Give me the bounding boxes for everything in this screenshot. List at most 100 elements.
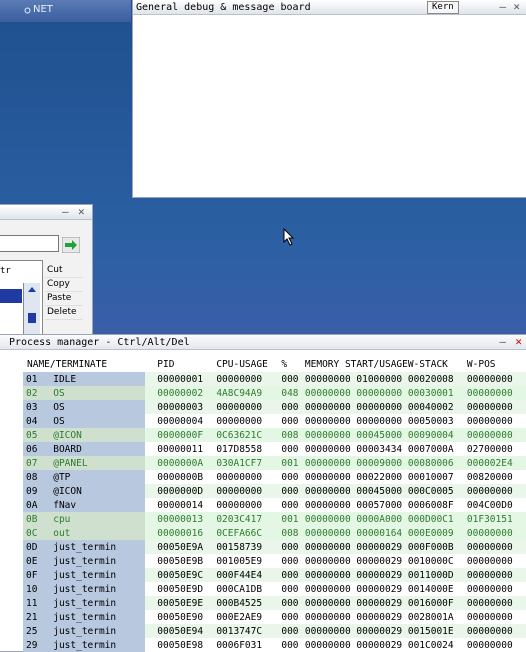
process-name[interactable]: fNav [49,498,146,512]
cell-mem: 00000000 [304,456,357,470]
address-input[interactable] [0,235,59,252]
cell-id: 0D [23,540,50,554]
table-header-row: NAME/TERMINATE PID CPU-USAGE % MEMORY ST… [23,356,526,372]
menu-item-paste[interactable]: Paste [45,292,83,306]
close-button[interactable]: ✕ [515,335,522,348]
process-name[interactable]: @ICON [49,484,146,498]
process-manager-window: Process manager - Ctrl/Alt/Del – ✕ NAME/… [0,335,526,652]
scrollbar[interactable] [23,283,40,335]
cell-pid: 00000016 [145,526,217,540]
process-name[interactable]: just_termin [49,638,146,652]
cell-pid: 00050E9A [145,540,217,554]
cell-pct: 000 [281,414,305,428]
cell-id: 08 [23,470,50,484]
cell-mem: 00000000 [304,442,357,456]
table-row[interactable]: 0F just_termin 00050E9C 000F44E4 000 00000000… [23,568,526,582]
net-widget[interactable]: NET [0,0,131,22]
cell-pct: 000 [281,554,305,568]
process-name[interactable]: just_termin [49,624,146,638]
process-name[interactable]: @ICON [49,428,146,442]
menu-item-copy[interactable]: Copy [45,278,83,292]
minimize-button[interactable]: – [62,205,69,218]
process-name[interactable]: just_termin [49,568,146,582]
table-row[interactable]: 0C out 00000016 0CEFA66C 008 00000000 00000164… [23,526,526,540]
table-row[interactable]: 29 just_termin 00050E98 0006F031 000 00000000… [23,638,526,652]
go-arrow-icon[interactable] [62,237,80,253]
process-name[interactable]: @TP [49,470,146,484]
cell-stack: 00040002 [407,400,467,414]
cell-pos: 00000000 [466,540,526,554]
cell-pid: 0000000B [145,470,217,484]
close-button[interactable]: ✕ [78,205,85,218]
selected-list-item[interactable] [0,289,22,303]
cell-use: 00000164 [356,526,408,540]
close-button[interactable]: ✕ [513,0,520,13]
process-name[interactable]: OS [49,414,146,428]
table-row[interactable]: 02 OS 00000002 4A8C94A9 048 00000000 00000000 0… [23,386,526,400]
column-header: W-STACK [407,358,448,370]
table-row[interactable]: 0D just_termin 00050E9A 00158739 000 00000000… [23,540,526,554]
cell-id: 04 [23,414,50,428]
cell-pos: 00000000 [466,554,526,568]
minimize-button[interactable]: – [499,0,506,13]
column-header: tr [0,266,11,276]
file-list[interactable]: tr [0,260,43,337]
table-row[interactable]: 21 just_termin 00050E90 000E2AE9 000 00000000… [23,610,526,624]
process-name[interactable]: OS [49,400,146,414]
process-name[interactable]: just_termin [49,610,146,624]
process-name[interactable]: just_termin [49,540,146,554]
process-name[interactable]: BOARD [49,442,146,456]
table-row[interactable]: 10 just_termin 00050E9D 000CA1DB 000 00000000… [23,582,526,596]
table-row[interactable]: 09 @ICON 0000000D 00000000 000 00000000 000450… [23,484,526,498]
cell-use: 00057000 [356,498,408,512]
cell-pos: 00000000 [466,372,526,386]
cell-cpu: 000F44E4 [216,568,282,582]
cell-pos: 00000000 [466,610,526,624]
process-name[interactable]: OS [49,386,146,400]
process-manager-titlebar[interactable]: Process manager - Ctrl/Alt/Del – ✕ [0,335,526,350]
process-table: NAME/TERMINATE PID CPU-USAGE % MEMORY ST… [23,356,526,652]
table-row[interactable]: 03 OS 00000003 00000000 000 00000000 00000000 0… [23,400,526,414]
process-name[interactable]: out [49,526,146,540]
cell-id: 05 [23,428,50,442]
table-row[interactable]: 0B cpu 00000013 0203C417 001 00000000 0000A000… [23,512,526,526]
table-row[interactable]: 01 IDLE 00000001 00000000 000 00000000 0100000… [23,372,526,386]
debug-window-titlebar[interactable]: General debug & message board Kern – ✕ [133,0,526,15]
process-name[interactable]: just_termin [49,554,146,568]
cell-stack: 0011000D [407,568,467,582]
cell-stack: 0014000E [407,582,467,596]
cell-cpu: 00000000 [216,400,282,414]
cell-id: 21 [23,610,50,624]
column-header: CPU-USAGE [216,358,268,370]
cell-stack: 00050003 [407,414,467,428]
process-name[interactable]: just_termin [49,582,146,596]
table-row[interactable]: 07 @PANEL 0000000A 030A1CF7 001 00000000 00009… [23,456,526,470]
cell-cpu: 0006F031 [216,638,282,652]
table-row[interactable]: 0E just_termin 00050E9B 001005E9 000 00000000… [23,554,526,568]
kern-badge[interactable]: Kern [427,1,459,14]
process-name[interactable]: IDLE [49,372,146,386]
process-name[interactable]: just_termin [49,596,146,610]
table-row[interactable]: 0A fNav 00000014 00000000 000 00000000 0005700… [23,498,526,512]
cell-use: 00000029 [356,596,408,610]
editor-window-titlebar[interactable]: – ✕ [0,205,92,220]
table-row[interactable]: 25 just_termin 00050E94 0013747C 000 00000000… [23,624,526,638]
process-name[interactable]: cpu [49,512,146,526]
menu-item-cut[interactable]: Cut [45,264,83,278]
cell-mem: 00000000 [304,638,357,652]
table-row[interactable]: 08 @TP 0000000B 00000000 000 00000000 00022000… [23,470,526,484]
table-row[interactable]: 05 @ICON 0000000F 0C63621C 008 00000000 000450… [23,428,526,442]
minimize-button[interactable]: – [499,335,506,348]
cell-pos: 00000000 [466,484,526,498]
column-header: W-POS [466,358,496,370]
menu-item-delete[interactable]: Delete [45,306,83,320]
table-row[interactable]: 04 OS 00000004 00000000 000 00000000 00000000 0… [23,414,526,428]
table-row[interactable]: 06 BOARD 00000011 017D8558 000 00000000 000034… [23,442,526,456]
cell-stack: 00010007 [407,470,467,484]
debug-window: General debug & message board Kern – ✕ [133,0,526,197]
cell-cpu: 00000000 [216,470,282,484]
process-name[interactable]: @PANEL [49,456,146,470]
debug-message-area[interactable] [134,15,525,196]
table-row[interactable]: 11 just_termin 00050E9E 000B4525 000 00000000… [23,596,526,610]
cell-pos: 01F30151 [466,512,526,526]
